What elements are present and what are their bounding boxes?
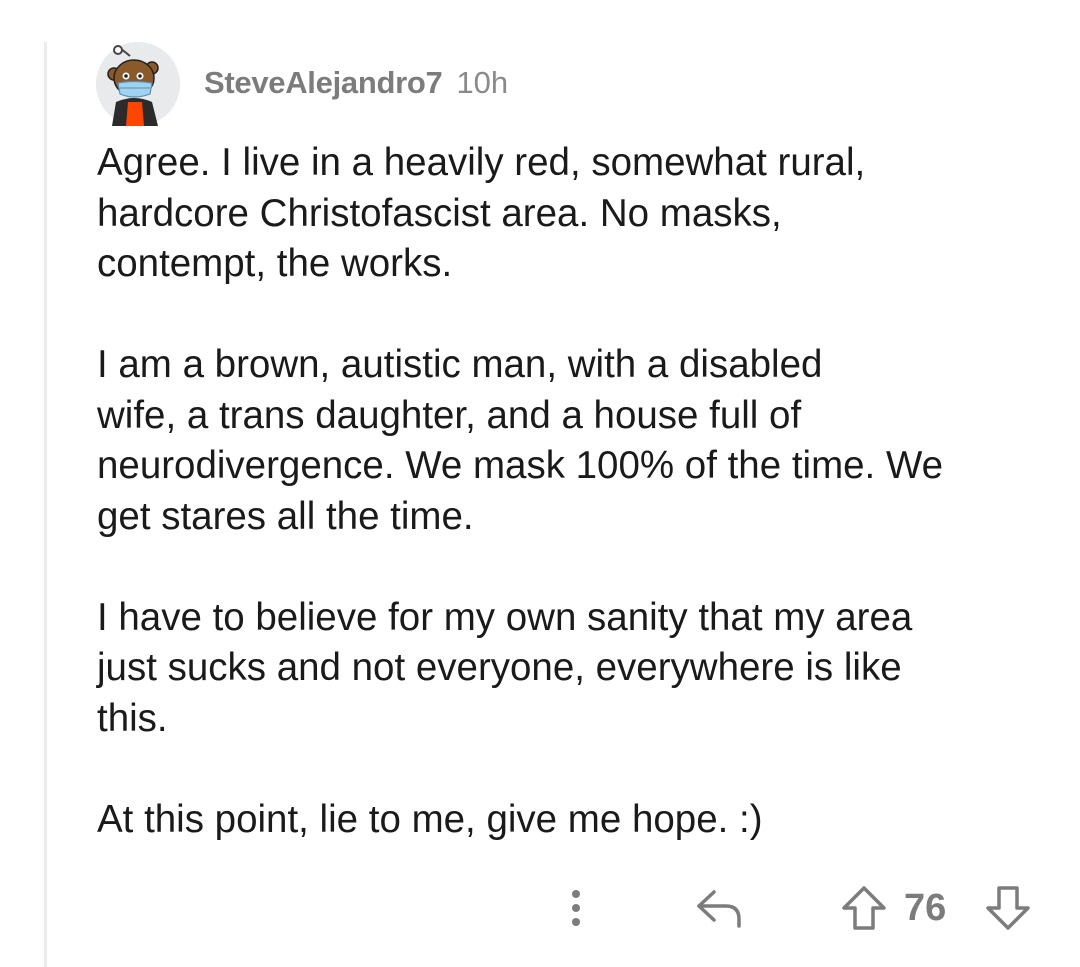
snoo-avatar-icon [96, 42, 180, 126]
reply-button[interactable] [694, 886, 744, 930]
comment-body: Agree. I live in a heavily red, somewhat… [97, 138, 1047, 845]
comment-header: SteveAlejandro7 10h [204, 58, 508, 108]
downvote-button[interactable] [984, 884, 1032, 932]
comment-author[interactable]: SteveAlejandro7 [204, 65, 443, 101]
thread-line[interactable] [44, 42, 47, 967]
more-options-icon [572, 890, 580, 926]
upvote-arrow-icon [842, 886, 886, 930]
more-options-button[interactable] [560, 884, 592, 932]
reply-icon [697, 890, 741, 928]
comment-paragraph: At this point, lie to me, give me hope. … [97, 797, 763, 841]
vote-score: 76 [904, 887, 947, 929]
comment-paragraph: I have to believe for my own sanity that… [97, 595, 913, 740]
upvote-button[interactable] [840, 884, 888, 932]
comment-actions: 76 [0, 880, 1080, 936]
comment-paragraph: I am a brown, autistic man, with a disab… [97, 343, 944, 538]
comment-age: 10h [456, 65, 509, 100]
downvote-arrow-icon [986, 886, 1030, 930]
avatar[interactable] [96, 42, 180, 126]
comment-paragraph: Agree. I live in a heavily red, somewhat… [97, 141, 866, 285]
